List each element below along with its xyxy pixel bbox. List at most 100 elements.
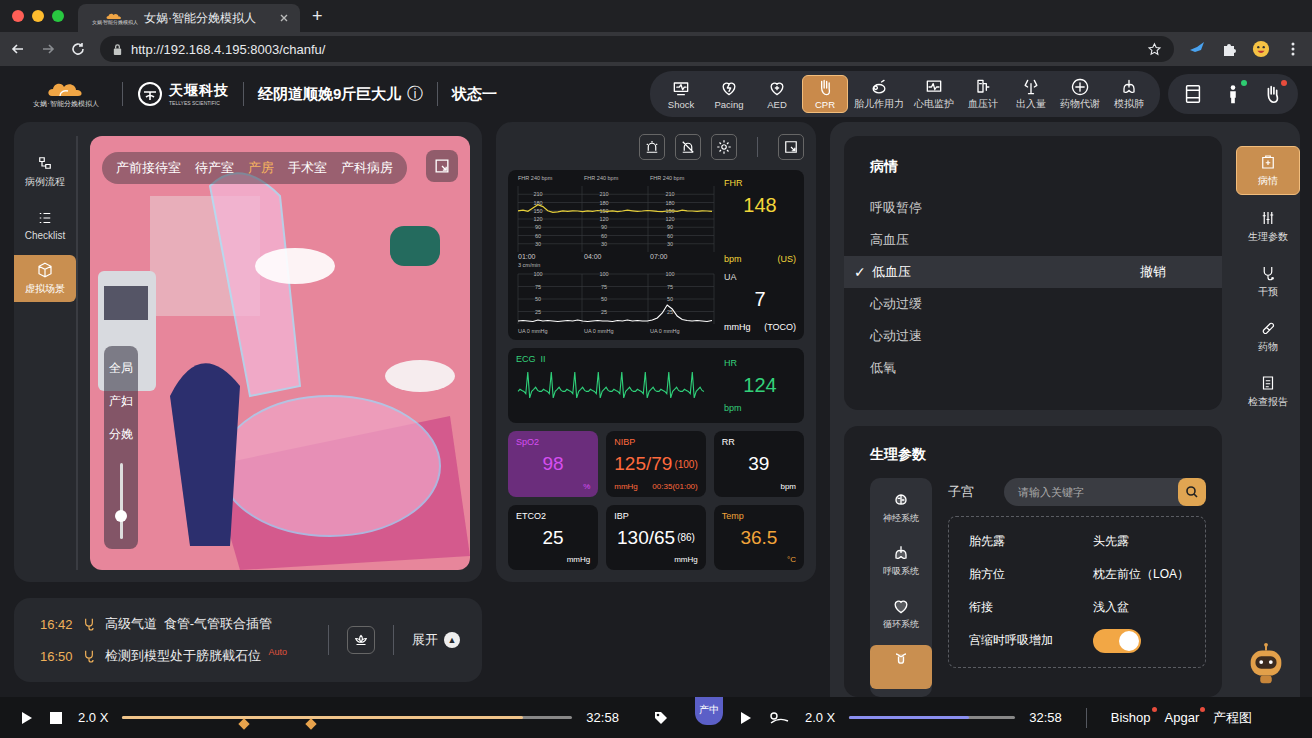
- sidebar-item[interactable]: Checklist: [14, 203, 76, 247]
- device-tool-button[interactable]: Pacing: [706, 75, 752, 113]
- device-tool-button[interactable]: AED: [754, 75, 800, 113]
- forward-arrow-icon[interactable]: [40, 41, 56, 57]
- parameter-value[interactable]: 浅入盆: [1093, 599, 1195, 616]
- sidebar-item[interactable]: 干预: [1237, 258, 1299, 305]
- device-tool-button[interactable]: 模拟肺: [1106, 74, 1152, 114]
- menu-dots-icon[interactable]: [1284, 40, 1302, 58]
- device-tool-button[interactable]: 血压计: [960, 74, 1006, 114]
- vital-tile[interactable]: SpO298%: [508, 431, 598, 497]
- user-tool-button[interactable]: [1182, 82, 1204, 106]
- sidebar-item[interactable]: 虚拟场景: [14, 255, 76, 302]
- vital-tile[interactable]: NIBP125/79(100)mmHg00:35(01:00): [606, 431, 705, 497]
- condition-item[interactable]: 呼吸暂停: [844, 192, 1222, 224]
- vital-mean: (100): [674, 459, 697, 470]
- score-link[interactable]: 产程图: [1213, 709, 1252, 727]
- close-window-button[interactable]: [12, 10, 24, 22]
- monitor-tool-button[interactable]: [778, 134, 804, 160]
- vital-tile[interactable]: IBP130/65(86)mmHg: [606, 505, 705, 571]
- device-tool-button[interactable]: 心电监护: [910, 74, 958, 114]
- stop-icon[interactable]: [48, 710, 64, 726]
- condition-item[interactable]: ✓低血压撤销: [844, 256, 1222, 288]
- search-button[interactable]: [1178, 478, 1206, 506]
- scene-exit-button[interactable]: [426, 150, 458, 182]
- system-item[interactable]: 神经系统: [870, 486, 932, 529]
- puzzle-extension-icon[interactable]: [1220, 40, 1238, 58]
- check-mark-icon: ✓: [854, 264, 866, 280]
- condition-item[interactable]: 心动过缓: [844, 288, 1222, 320]
- sidebar-item[interactable]: 病情: [1236, 146, 1300, 195]
- zoom-slider[interactable]: [120, 463, 123, 539]
- search-field[interactable]: 请输入关键字: [1004, 478, 1206, 506]
- new-tab-button[interactable]: +: [312, 6, 323, 27]
- device-tool-button[interactable]: Shock: [658, 75, 704, 113]
- assistant-robot-icon[interactable]: [1243, 641, 1289, 687]
- monitor-tool-button[interactable]: [639, 134, 665, 160]
- playback-speed[interactable]: 2.0 X: [805, 710, 835, 725]
- system-item[interactable]: 循环系统: [870, 592, 932, 635]
- timeline-slider[interactable]: [122, 716, 572, 719]
- browser-tab[interactable]: 女娲·智能分娩模拟人女娲·智能分娩模拟人: [78, 4, 300, 32]
- parameter-value[interactable]: 头先露: [1093, 533, 1195, 550]
- close-tab-icon[interactable]: [278, 12, 290, 24]
- profile-avatar-icon[interactable]: [1252, 40, 1270, 58]
- bird-extension-icon[interactable]: [1188, 40, 1206, 58]
- playback-speed[interactable]: 2.0 X: [78, 710, 108, 725]
- parameter-value[interactable]: 枕左前位（LOA）: [1093, 566, 1195, 583]
- minimize-window-button[interactable]: [32, 10, 44, 22]
- play-icon[interactable]: [737, 710, 753, 726]
- expand-button[interactable]: 展开▲: [412, 631, 460, 649]
- room-tab[interactable]: 待产室: [195, 159, 234, 177]
- virtual-scene[interactable]: 产前接待室待产室产房手术室产科病房全局产妇分娩: [90, 136, 470, 570]
- system-item[interactable]: 呼吸系统: [870, 539, 932, 582]
- condition-item[interactable]: 低氧: [844, 352, 1222, 384]
- timeline-marker[interactable]: [238, 718, 249, 729]
- device-tool-button[interactable]: 药物代谢: [1056, 74, 1104, 114]
- monitor-tool-button[interactable]: [675, 134, 701, 160]
- baby-icon[interactable]: [767, 710, 791, 726]
- bookmark-star-icon[interactable]: [1147, 42, 1162, 57]
- reload-icon[interactable]: [70, 41, 86, 57]
- device-tool-button[interactable]: 胎儿作用力: [850, 74, 908, 114]
- room-tab[interactable]: 产前接待室: [116, 159, 181, 177]
- timeline-marker[interactable]: [306, 718, 317, 729]
- address-field[interactable]: http://192.168.4.195:8003/chanfu/: [100, 36, 1174, 62]
- sidebar-item[interactable]: 检查报告: [1237, 368, 1299, 415]
- device-tool-button[interactable]: CPR: [802, 75, 848, 113]
- zoom-slider-thumb[interactable]: [115, 510, 127, 522]
- score-link[interactable]: Apgar: [1165, 710, 1200, 725]
- log-filter-button[interactable]: [347, 626, 375, 654]
- vital-tile[interactable]: Temp36.5°C: [714, 505, 804, 571]
- vital-label: IBP: [614, 511, 697, 521]
- parameter-toggle[interactable]: [1093, 629, 1141, 653]
- play-icon[interactable]: [18, 710, 34, 726]
- sidebar-item[interactable]: 药物: [1237, 313, 1299, 360]
- room-tab[interactable]: 手术室: [288, 159, 327, 177]
- condition-item[interactable]: 心动过速: [844, 320, 1222, 352]
- user-tool-button[interactable]: [1262, 82, 1284, 106]
- ecg-label: ECG II: [516, 354, 716, 364]
- system-item[interactable]: [870, 645, 932, 689]
- lung-icon: [1119, 77, 1139, 97]
- undo-button[interactable]: 撤销: [1140, 263, 1166, 281]
- view-option[interactable]: 全局: [109, 360, 133, 377]
- score-link[interactable]: Bishop: [1111, 710, 1151, 725]
- vital-tile[interactable]: ETCO225mmHg: [508, 505, 598, 571]
- tag-icon[interactable]: [653, 710, 669, 726]
- room-tab[interactable]: 产科病房: [341, 159, 393, 177]
- vital-tile[interactable]: RR39bpm: [714, 431, 804, 497]
- maximize-window-button[interactable]: [52, 10, 64, 22]
- cpr-icon: [815, 78, 835, 98]
- back-arrow-icon[interactable]: [10, 41, 26, 57]
- view-option[interactable]: 分娩: [109, 426, 133, 443]
- labor-timeline-slider[interactable]: [849, 716, 1015, 719]
- monitor-tool-button[interactable]: [711, 134, 737, 160]
- view-option[interactable]: 产妇: [109, 393, 133, 410]
- info-button[interactable]: ⓘ: [407, 84, 423, 105]
- user-tool-button[interactable]: [1222, 82, 1244, 106]
- condition-item[interactable]: 高血压: [844, 224, 1222, 256]
- device-tool-button[interactable]: 出入量: [1008, 74, 1054, 114]
- room-tab[interactable]: 产房: [248, 159, 274, 177]
- fhr-mode: (US): [778, 254, 797, 264]
- sidebar-item[interactable]: 生理参数: [1237, 203, 1299, 250]
- sidebar-item[interactable]: 病例流程: [14, 148, 76, 195]
